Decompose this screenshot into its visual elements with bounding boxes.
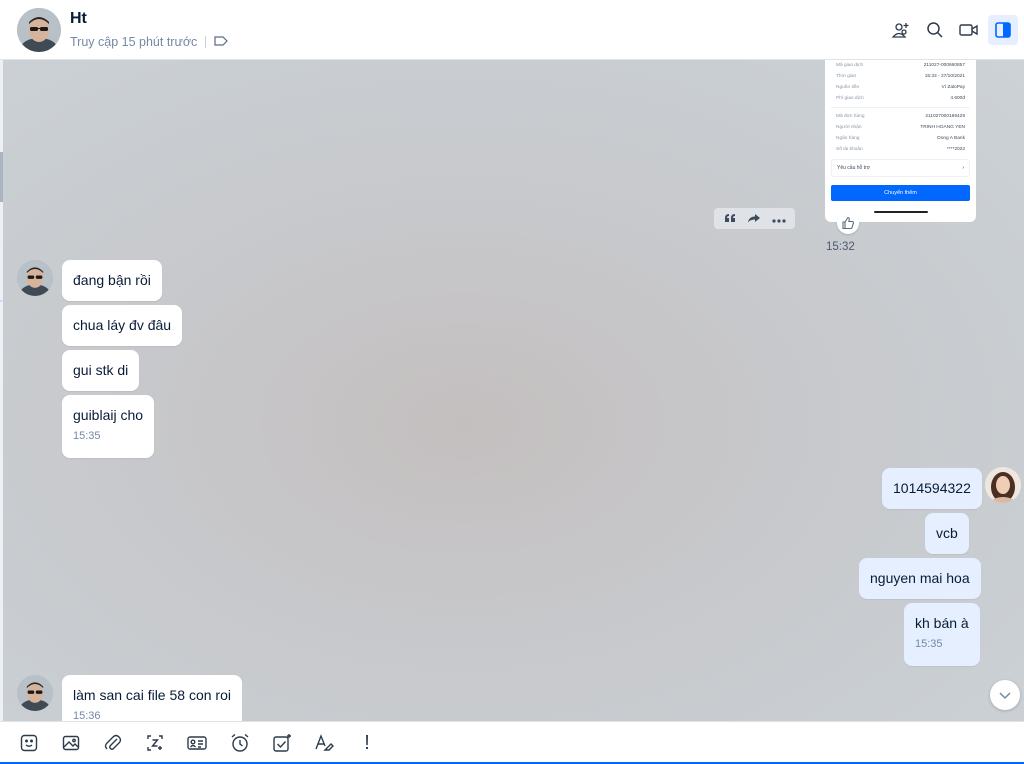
receipt-value: 15:33 - 27/10/2021 [924,74,965,79]
chevron-down-icon [999,692,1011,700]
contact-name[interactable]: Ht [70,10,87,28]
receipt-value: ****2022 [946,147,965,152]
composer-toolbar: ! [0,721,1024,764]
screenshot-icon[interactable] [143,731,167,755]
sender-avatar[interactable] [17,675,53,711]
message-bubble[interactable]: làm san cai file 58 con roi 15:36 [62,675,242,721]
receipt-label: Số tài khoản [836,147,863,152]
chat-header: Ht Truy cập 15 phút trước [0,0,1024,60]
message-text: chua láy đv đâu [73,317,172,333]
chevron-right-icon: › [962,165,964,171]
message-bubble[interactable]: nguyen mai hoa [859,558,981,599]
divider [205,36,207,48]
receipt-row: Người nhận TRINH HOANG YEN [831,122,970,133]
more-options-icon[interactable] [771,210,786,228]
message-time: 15:35 [73,430,101,442]
message-bubble[interactable]: guiblaij cho 15:35 [62,395,155,458]
receipt-row: Số tài khoản ****2022 [831,144,970,155]
receipt-label: Nguồn tiền [836,85,860,90]
receipt-row: Phí giao dịch 4.600đ [831,93,970,104]
text-format-icon[interactable] [312,731,336,755]
message-bubble[interactable]: gui stk di [62,350,140,391]
status-text: Truy cập 15 phút trước [70,35,198,49]
support-label: Yêu cầu hỗ trợ [837,165,871,171]
urgent-icon[interactable]: ! [355,731,379,755]
label-tag-icon[interactable] [214,35,229,49]
contact-card-icon[interactable] [185,731,209,755]
message-time: 15:36 [73,710,101,721]
receipt-row: Mã giao dịch 211027-000660857 [831,60,970,71]
task-icon[interactable] [270,731,294,755]
receipt-value: Ví ZaloPay [941,85,965,90]
receipt-row: Nguồn tiền Ví ZaloPay [831,82,970,93]
receipt-value: Dong A Bank [937,136,965,141]
message-time: 15:32 [826,241,855,253]
message-text: làm san cai file 58 con roi [73,687,231,703]
sender-avatar[interactable] [17,260,53,296]
message-text: nguyen mai hoa [870,570,970,586]
my-avatar[interactable] [985,467,1021,503]
message-bubble[interactable]: vcb [925,513,969,554]
receipt-label: Mã đơn hàng [836,114,865,119]
image-message[interactable]: Mã giao dịch 211027-000660857 Thời gian 15:… [825,60,976,222]
header-actions [886,15,1018,45]
receipt-row: Ngân hàng Dong A Bank [831,133,970,144]
receipt-row: Mã đơn hàng 211027000169429 [831,111,970,122]
receipt-value: 211027-000660857 [923,63,965,68]
search-icon[interactable] [920,15,950,45]
reminder-icon[interactable] [228,731,252,755]
home-indicator [873,211,928,213]
contact-avatar[interactable] [17,8,61,52]
receipt-value: TRINH HOANG YEN [920,125,965,130]
quote-icon[interactable] [724,210,736,228]
receipt-value: 4.600đ [950,96,965,101]
receipt-label: Thời gian [836,74,857,79]
message-bubble[interactable]: đang bận rồi [62,260,162,301]
last-seen-status: Truy cập 15 phút trước [70,35,229,49]
react-like-icon[interactable] [837,212,859,234]
message-text: guiblaij cho [73,407,144,423]
message-text: 1014594322 [893,480,971,496]
support-row: Yêu cầu hỗ trợ › [831,159,970,177]
attachment-icon[interactable] [101,731,125,755]
message-text: đang bận rồi [73,272,151,288]
sticker-icon[interactable] [17,731,41,755]
receipt-value: 211027000169429 [925,114,965,119]
message-bubble[interactable]: 1014594322 [882,468,982,509]
message-text: gui stk di [73,362,129,378]
receipt-row: Thời gian 15:33 - 27/10/2021 [831,71,970,82]
receipt-label: Ngân hàng [836,136,860,141]
message-text: vcb [936,525,958,541]
message-time: 15:35 [915,638,943,650]
scroll-to-bottom-button[interactable] [990,680,1020,710]
message-bubble[interactable]: chua láy đv đâu [62,305,183,346]
forward-icon[interactable] [747,210,761,228]
add-member-icon[interactable] [886,15,916,45]
receipt-label: Người nhận [836,125,862,130]
chat-messages-area[interactable]: Mã giao dịch 211027-000660857 Thời gian 15:… [3,60,1024,721]
receipt-label: Mã giao dịch [836,63,864,68]
message-actions [714,208,795,229]
receipt-label: Phí giao dịch [836,96,864,101]
image-icon[interactable] [59,731,83,755]
divider [831,107,970,108]
transfer-more-button: Chuyển thêm [831,185,970,201]
sidebar-toggle-icon[interactable] [988,15,1018,45]
message-bubble[interactable]: kh bán à 15:35 [904,603,980,666]
message-text: kh bán à [915,615,969,631]
video-call-icon[interactable] [954,15,984,45]
